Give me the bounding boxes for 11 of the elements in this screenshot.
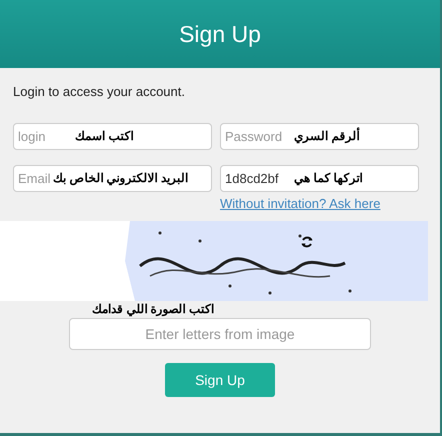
annotation-text: اكتب الصورة اللي قدامك <box>92 302 214 316</box>
sign-up-button[interactable]: Sign Up <box>165 363 275 397</box>
captcha-field[interactable]: Enter letters from image <box>69 318 371 350</box>
intro-text: Login to access your account. <box>13 84 185 99</box>
annotation-text: اكتب اسمك <box>75 129 134 143</box>
dialog-title: Sign Up <box>179 20 261 48</box>
invitation-link[interactable]: Without invitation? Ask here <box>220 196 419 211</box>
annotation-text: البريد الالكتروني الخاص بك <box>53 171 188 185</box>
annotation-text: ألرقم السري <box>294 129 360 143</box>
annotation-text: اتركها كما هي <box>294 171 363 185</box>
refresh-icon[interactable] <box>300 235 314 249</box>
